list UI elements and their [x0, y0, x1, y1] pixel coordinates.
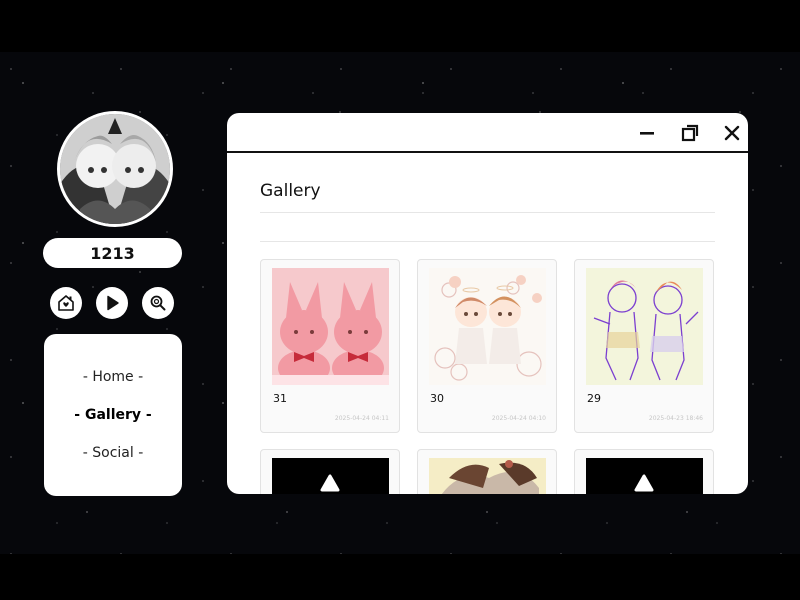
thumbnail-image	[272, 268, 389, 385]
thumbnail-image	[272, 458, 389, 494]
gallery-item-date: 2025-04-24 04:11	[334, 415, 389, 422]
minimize-icon	[640, 132, 654, 135]
close-button[interactable]	[721, 122, 743, 144]
nav-item-social[interactable]: - Social -	[83, 445, 144, 461]
avatar-illustration	[60, 114, 170, 224]
gallery-card[interactable]	[417, 449, 557, 494]
gallery-item-date: 2025-04-23 18:46	[648, 415, 703, 422]
restore-button[interactable]	[679, 122, 701, 144]
thumbnail-image	[586, 458, 703, 494]
divider	[260, 241, 715, 242]
gallery-card[interactable]: 30 2025-04-24 04:10	[417, 259, 557, 433]
play-icon	[107, 295, 119, 311]
divider	[260, 212, 715, 213]
close-icon	[724, 125, 740, 141]
window-titlebar	[227, 113, 748, 153]
avatar	[57, 111, 173, 227]
username-text: 1213	[90, 243, 135, 263]
thumbnail-image	[429, 268, 546, 385]
home-button[interactable]	[50, 287, 82, 319]
nav-item-gallery[interactable]: - Gallery -	[74, 407, 151, 423]
restore-icon	[681, 124, 699, 142]
home-heart-icon	[58, 295, 74, 311]
gallery-item-date: 2025-04-24 04:10	[491, 415, 546, 422]
thumbnail-image	[429, 458, 546, 494]
window-content: Gallery 31 2025-04-24 04:11 30 2025-04-2…	[227, 155, 748, 494]
gallery-card[interactable]: 29 2025-04-23 18:46	[574, 259, 714, 433]
gallery-item-number: 30	[430, 392, 444, 405]
play-button[interactable]	[96, 287, 128, 319]
gallery-card[interactable]	[260, 449, 400, 494]
minimize-button[interactable]	[636, 122, 658, 144]
thumbnail-image	[586, 268, 703, 385]
search-icon	[150, 295, 166, 311]
gallery-card[interactable]: 31 2025-04-24 04:11	[260, 259, 400, 433]
gallery-window: Gallery 31 2025-04-24 04:11 30 2025-04-2…	[227, 113, 748, 494]
gallery-card[interactable]	[574, 449, 714, 494]
username-badge: 1213	[43, 238, 182, 268]
gallery-item-number: 29	[587, 392, 601, 405]
search-button[interactable]	[142, 287, 174, 319]
navigation-menu: - Home - - Gallery - - Social -	[44, 334, 182, 496]
gallery-item-number: 31	[273, 392, 287, 405]
nav-item-home[interactable]: - Home -	[83, 369, 143, 385]
page-title: Gallery	[260, 181, 321, 201]
